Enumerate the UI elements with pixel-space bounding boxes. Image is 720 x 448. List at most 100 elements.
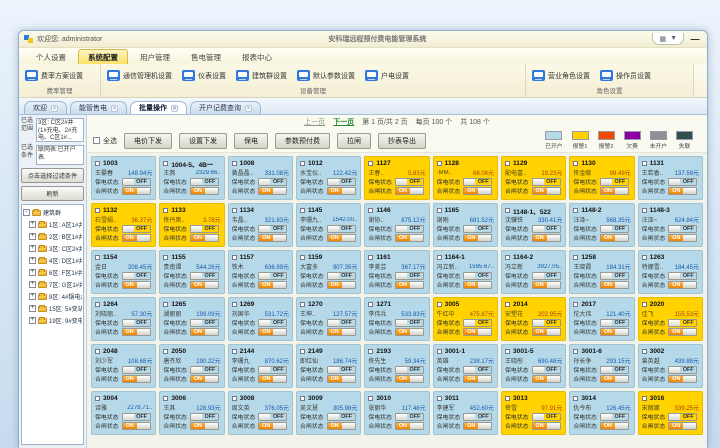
card-checkbox[interactable] (573, 255, 578, 260)
switch-status-toggle[interactable]: ON (122, 328, 151, 336)
meter-card[interactable]: 1128 -MM.. 68.06元 保电状态 OFF (433, 156, 498, 200)
switch-status-toggle[interactable]: ON (258, 281, 287, 289)
menu-item[interactable]: 售电管理 (182, 50, 230, 64)
card-checkbox[interactable] (300, 349, 305, 354)
card-checkbox[interactable] (642, 161, 647, 166)
meter-card[interactable]: 1148-2 汪泽~ 568.35元 保电状态 OFF (569, 203, 634, 247)
switch-status-toggle[interactable]: ON (190, 328, 219, 336)
card-checkbox[interactable] (163, 302, 168, 307)
switch-status-toggle[interactable]: ON (532, 328, 561, 336)
power-protect-toggle[interactable]: OFF (668, 319, 697, 327)
tree-item[interactable]: + 19区: 9#变电站 (23, 316, 82, 325)
card-checkbox[interactable] (437, 396, 442, 401)
meter-card[interactable]: 1164-2 冯立新 3927.05.. 保电状态 OFF (501, 250, 566, 294)
card-checkbox[interactable] (573, 208, 578, 213)
power-protect-toggle[interactable]: OFF (395, 178, 424, 186)
card-checkbox[interactable] (368, 396, 373, 401)
card-checkbox[interactable] (505, 161, 510, 166)
minimize-button[interactable]: — (688, 34, 702, 44)
power-protect-toggle[interactable]: OFF (600, 225, 629, 233)
card-checkbox[interactable] (300, 302, 305, 307)
meter-card[interactable]: 1270 王坤.. 127.57元 保电状态 OFF (296, 297, 361, 341)
switch-status-toggle[interactable]: ON (122, 234, 151, 242)
meter-card[interactable]: 3008 周文英 376.05元 保电状态 OFF (228, 391, 293, 435)
meter-card[interactable]: 2144 李珊九 870.62元 保电状态 OFF (228, 344, 293, 388)
card-checkbox[interactable] (437, 255, 442, 260)
card-checkbox[interactable] (573, 396, 578, 401)
prev-page-link[interactable]: 上一页 (304, 117, 325, 127)
switch-status-toggle[interactable]: ON (258, 187, 287, 195)
switch-status-toggle[interactable]: ON (395, 328, 424, 336)
card-checkbox[interactable] (95, 255, 100, 260)
power-protect-toggle[interactable]: OFF (258, 272, 287, 280)
power-protect-toggle[interactable]: OFF (668, 366, 697, 374)
ribbon-button[interactable]: 建筑群设置 (236, 70, 287, 81)
switch-status-toggle[interactable]: ON (600, 234, 629, 242)
expand-icon[interactable]: + (29, 233, 36, 240)
meter-card[interactable]: 2050 唐齐欣 190.22元 保电状态 OFF (159, 344, 224, 388)
card-checkbox[interactable] (505, 349, 510, 354)
power-protect-toggle[interactable]: OFF (122, 319, 151, 327)
meter-card[interactable]: 3010 张丽华 117.48元 保电状态 OFF (364, 391, 429, 435)
card-checkbox[interactable] (300, 208, 305, 213)
card-checkbox[interactable] (95, 302, 100, 307)
meter-card[interactable]: 1271 李伟兵 533.83元 保电状态 OFF (364, 297, 429, 341)
menu-item[interactable]: 报表中心 (233, 50, 281, 64)
card-checkbox[interactable] (505, 208, 510, 213)
meter-card[interactable]: 2048 刘少军 108.68元 保电状态 OFF (91, 344, 156, 388)
switch-status-toggle[interactable]: ON (395, 187, 424, 195)
expand-icon[interactable]: + (29, 221, 36, 228)
switch-status-toggle[interactable]: ON (463, 328, 492, 336)
switch-status-toggle[interactable]: ON (668, 375, 697, 383)
meter-card[interactable]: 1131 王若香.. 137.59元 保电状态 OFF (638, 156, 703, 200)
document-tab[interactable]: 欢迎 × (24, 101, 67, 114)
close-icon[interactable]: × (111, 105, 118, 112)
switch-status-toggle[interactable]: ON (327, 187, 356, 195)
meter-card[interactable]: 3009 吴文慧 305.98元 保电状态 OFF (296, 391, 361, 435)
switch-status-toggle[interactable]: ON (190, 187, 219, 195)
collapse-icon[interactable]: - (23, 209, 30, 216)
power-protect-toggle[interactable]: OFF (463, 366, 492, 374)
card-checkbox[interactable] (232, 302, 237, 307)
meter-card[interactable]: 1127 王春.. 5.83元 保电状态 OFF (364, 156, 429, 200)
power-protect-toggle[interactable]: OFF (327, 178, 356, 186)
meter-card[interactable]: 1132 石雪娟.. 36.37元 保电状态 OFF (91, 203, 156, 247)
card-checkbox[interactable] (437, 349, 442, 354)
card-checkbox[interactable] (368, 161, 373, 166)
selected-range-box[interactable]: 3区: C区2#井 (1#充电、2#充电、C区1#… (36, 118, 84, 142)
power-protect-toggle[interactable]: OFF (395, 319, 424, 327)
power-protect-toggle[interactable]: OFF (600, 413, 629, 421)
power-protect-toggle[interactable]: OFF (532, 178, 561, 186)
meter-card[interactable]: 1129 配电富.. 19.23元 保电状态 OFF (501, 156, 566, 200)
switch-status-toggle[interactable]: ON (190, 422, 219, 430)
power-protect-toggle[interactable]: OFF (463, 413, 492, 421)
power-protect-toggle[interactable]: OFF (190, 225, 219, 233)
meter-card[interactable]: 1157 铁木 636.99元 保电状态 OFF (228, 250, 293, 294)
ribbon-button[interactable]: 通信管理机设置 (107, 70, 172, 81)
meter-card[interactable]: 1165 谢刚 681.52元 保电状态 OFF (433, 203, 498, 247)
switch-status-toggle[interactable]: ON (600, 375, 629, 383)
switch-status-toggle[interactable]: ON (600, 187, 629, 195)
expand-icon[interactable]: + (29, 281, 36, 288)
power-protect-toggle[interactable]: OFF (668, 413, 697, 421)
menu-item[interactable]: 用户管理 (131, 50, 179, 64)
switch-status-toggle[interactable]: ON (463, 375, 492, 383)
switch-status-toggle[interactable]: ON (600, 328, 629, 336)
action-button[interactable]: 电价下发 (124, 133, 172, 149)
switch-status-toggle[interactable]: ON (258, 375, 287, 383)
switch-status-toggle[interactable]: ON (532, 187, 561, 195)
power-protect-toggle[interactable]: OFF (463, 272, 492, 280)
switch-status-toggle[interactable]: ON (395, 422, 424, 430)
switch-status-toggle[interactable]: ON (532, 234, 561, 242)
card-checkbox[interactable] (95, 208, 100, 213)
action-button[interactable]: 设置下发 (179, 133, 227, 149)
switch-status-toggle[interactable]: ON (600, 422, 629, 430)
meter-card[interactable]: 1134 韦晶.. 321.83元 保电状态 OFF (228, 203, 293, 247)
action-button[interactable]: 拉闸 (337, 133, 371, 149)
card-checkbox[interactable] (437, 208, 442, 213)
document-tab[interactable]: 开户记费查询 × (190, 101, 261, 114)
meter-card[interactable]: 1155 贵南谭 544.26元 保电状态 OFF (159, 250, 224, 294)
meter-card[interactable]: 1003 王晏春 148.94元 保电状态 OFF (91, 156, 156, 200)
power-protect-toggle[interactable]: OFF (190, 272, 219, 280)
action-button[interactable]: 保电 (234, 133, 268, 149)
